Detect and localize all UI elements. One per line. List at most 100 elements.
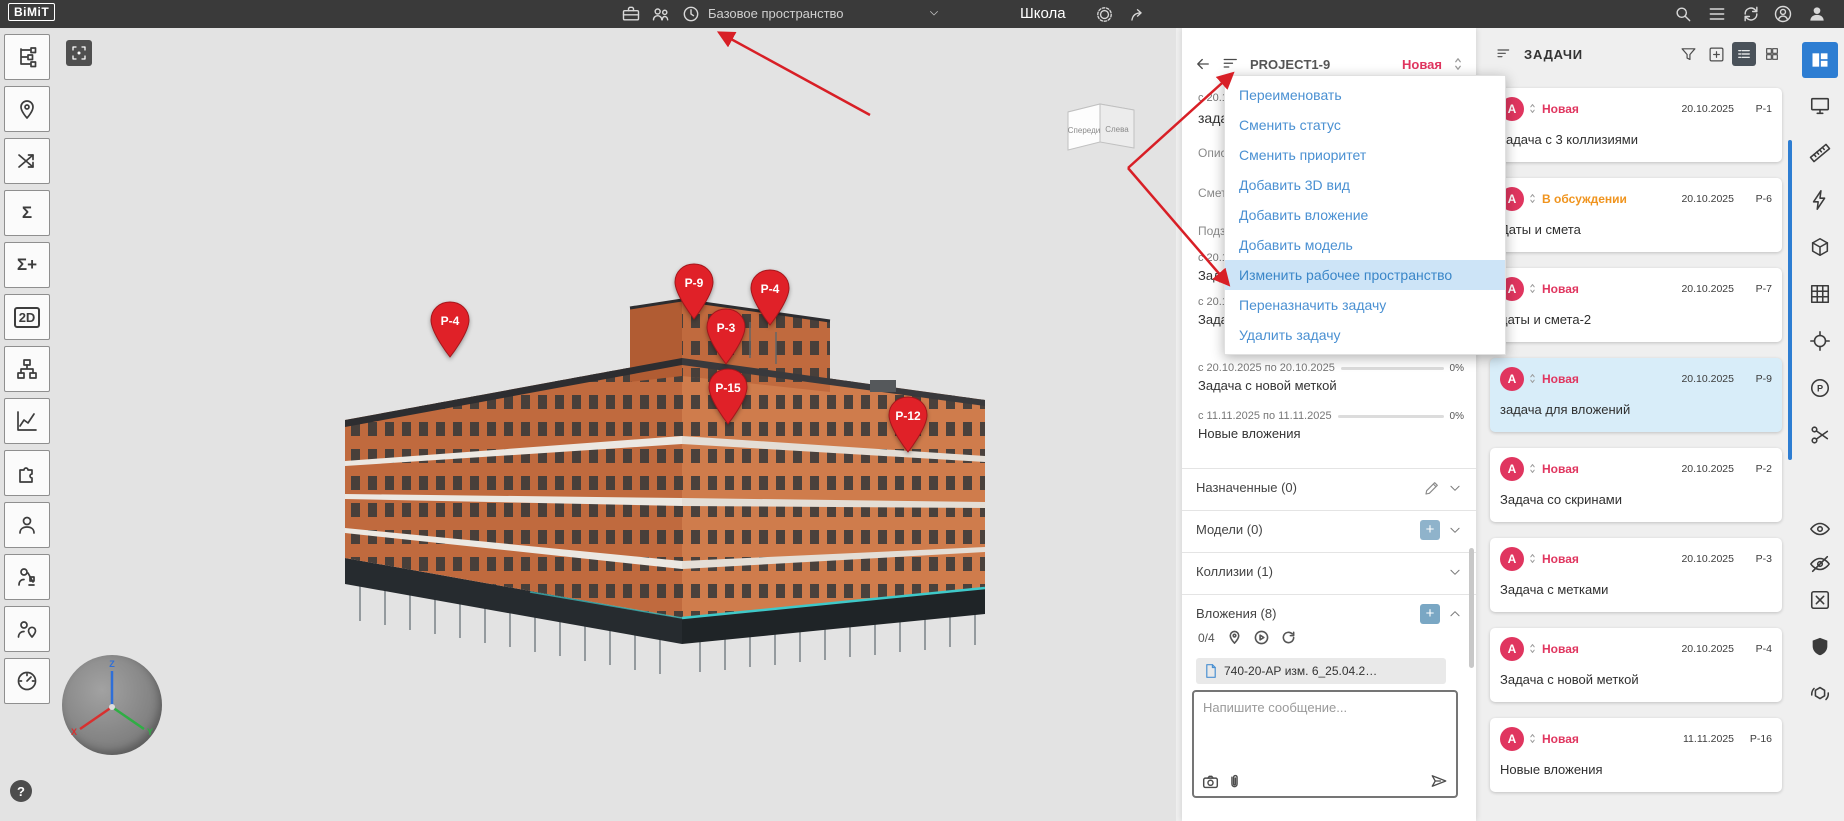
history-button[interactable] <box>680 3 702 25</box>
charts-button[interactable] <box>4 398 50 444</box>
attachment-item[interactable]: 740-20-АР изм. 6_25.04.2… <box>1196 658 1446 684</box>
detail-scrollbar[interactable] <box>1469 548 1474 668</box>
task-id: P-7 <box>1755 283 1772 295</box>
dashboard-button[interactable] <box>4 658 50 704</box>
search-button[interactable] <box>1672 3 1694 25</box>
map-pin[interactable]: P-12 <box>886 395 930 453</box>
attach-file-button[interactable] <box>1226 773 1243 790</box>
account-button[interactable] <box>1772 3 1794 25</box>
measure-button[interactable] <box>1802 135 1838 171</box>
menu-item-change-workspace[interactable]: Изменить рабочее пространство <box>1225 260 1505 290</box>
model-tree-button[interactable] <box>4 34 50 80</box>
edit-button[interactable] <box>1424 480 1440 496</box>
back-button[interactable] <box>1194 55 1212 73</box>
menu-list-button[interactable] <box>1706 3 1728 25</box>
task-menu-button[interactable] <box>1222 55 1240 73</box>
subtask-row[interactable]: с 11.11.2025 по 11.11.2025 0% Новые вложе… <box>1198 410 1464 441</box>
screenshot-button[interactable] <box>1802 88 1838 124</box>
refresh-button[interactable] <box>1281 630 1296 645</box>
menu-item-add-3d-view[interactable]: Добавить 3D вид <box>1225 170 1505 200</box>
sum-add-button[interactable]: Σ+ <box>4 242 50 288</box>
fit-view-button[interactable] <box>66 40 92 66</box>
message-input[interactable] <box>1194 692 1456 756</box>
sync-button[interactable] <box>1740 3 1762 25</box>
task-status-badge[interactable]: Новая <box>1402 57 1442 72</box>
plugins-button[interactable] <box>4 450 50 496</box>
list-view-button[interactable] <box>1732 42 1756 66</box>
task-card[interactable]: A Новая 20.10.2025 P-2 Задача со скринам… <box>1490 448 1782 522</box>
model-update-button[interactable] <box>1802 676 1838 712</box>
chevron-down-icon[interactable] <box>1448 565 1462 579</box>
workspace-dropdown[interactable]: Базовое пространство <box>708 6 844 21</box>
task-card[interactable]: A Новая 20.10.2025 P-3 Задача с метками <box>1490 538 1782 612</box>
projects-button[interactable] <box>620 3 642 25</box>
hide-button[interactable] <box>1802 546 1838 582</box>
add-attachment-button[interactable]: + <box>1420 603 1440 624</box>
menu-item-delete-task[interactable]: Удалить задачу <box>1225 320 1505 350</box>
locate-button[interactable] <box>1802 323 1838 359</box>
show-button[interactable] <box>1802 511 1838 547</box>
send-button[interactable] <box>1430 772 1448 790</box>
priority-arrows-icon[interactable] <box>1452 56 1464 72</box>
menu-item-add-attachment[interactable]: Добавить вложение <box>1225 200 1505 230</box>
clash-button[interactable] <box>1802 182 1838 218</box>
pin-select-button[interactable] <box>4 86 50 132</box>
add-model-button[interactable]: + <box>1420 519 1440 540</box>
map-pin[interactable]: P-4 <box>428 300 472 358</box>
camera-button[interactable] <box>1202 773 1219 790</box>
section-cut-button[interactable] <box>1802 417 1838 453</box>
team-button[interactable] <box>650 3 672 25</box>
task-card[interactable]: A Новая 20.10.2025 P-7 даты и смета-2 <box>1490 268 1782 342</box>
task-card[interactable]: A Новая 20.10.2025 P-4 Задача с новой ме… <box>1490 628 1782 702</box>
task-card[interactable]: A Новая 11.11.2025 P-16 Новые вложения <box>1490 718 1782 792</box>
user-location-button[interactable] <box>4 606 50 652</box>
structure-button[interactable] <box>4 346 50 392</box>
user-tasks-button[interactable] <box>4 554 50 600</box>
map-pin[interactable]: P-3 <box>704 307 748 365</box>
chevron-down-icon[interactable] <box>1448 523 1462 537</box>
grid-button[interactable] <box>1802 276 1838 312</box>
points-button[interactable]: P <box>1802 370 1838 406</box>
filter-button[interactable] <box>1676 42 1700 66</box>
chevron-up-icon[interactable] <box>1448 607 1462 621</box>
play-button[interactable] <box>1254 630 1269 645</box>
status-badge: Новая <box>1542 282 1579 296</box>
clash-check-button[interactable] <box>4 138 50 184</box>
menu-item-rename[interactable]: Переименовать <box>1225 80 1505 110</box>
settings-button[interactable] <box>1093 3 1115 25</box>
menu-item-change-priority[interactable]: Сменить приоритет <box>1225 140 1505 170</box>
task-card[interactable]: A В обсуждении 20.10.2025 P-6 Даты и сме… <box>1490 178 1782 252</box>
sum-button[interactable]: Σ <box>4 190 50 236</box>
view-cube[interactable]: Спереди Слева <box>1062 96 1140 158</box>
clear-selection-button[interactable] <box>1802 582 1838 618</box>
map-pin[interactable]: P-15 <box>706 367 750 425</box>
task-card[interactable]: A Новая 20.10.2025 P-1 задача с 3 коллиз… <box>1490 88 1782 162</box>
share-button[interactable] <box>1126 3 1148 25</box>
grid-view-button[interactable] <box>1760 42 1784 66</box>
users-button[interactable] <box>4 502 50 548</box>
section-collisions[interactable]: Коллизии (1) <box>1182 552 1476 590</box>
orientation-gizmo[interactable]: Z X Y <box>62 655 162 755</box>
tasks-scrollbar[interactable] <box>1788 140 1792 460</box>
chevron-down-icon[interactable] <box>1448 481 1462 495</box>
chevron-down-icon[interactable] <box>928 7 940 19</box>
section-models[interactable]: Модели (0) + <box>1182 510 1476 548</box>
plugin-icon <box>19 467 33 483</box>
map-pin[interactable]: P-4 <box>748 268 792 326</box>
filter-pins-button[interactable] <box>1227 630 1242 645</box>
add-task-button[interactable] <box>1704 42 1728 66</box>
section-assigned[interactable]: Назначенные (0) <box>1182 468 1476 506</box>
menu-item-add-model[interactable]: Добавить модель <box>1225 230 1505 260</box>
section-box-button[interactable] <box>1802 229 1838 265</box>
workspace-panels-button[interactable] <box>1802 42 1838 78</box>
subtask-row[interactable]: с 20.10.2025 по 20.10.2025 0% Задача с но… <box>1198 362 1464 393</box>
protection-button[interactable] <box>1802 629 1838 665</box>
help-button[interactable]: ? <box>10 780 32 802</box>
section-attachments[interactable]: Вложения (8) + <box>1182 594 1476 632</box>
menu-item-change-status[interactable]: Сменить статус <box>1225 110 1505 140</box>
user-button[interactable] <box>1806 3 1828 25</box>
two-d-view-button[interactable]: 2D <box>4 294 50 340</box>
menu-item-reassign-task[interactable]: Переназначить задачу <box>1225 290 1505 320</box>
task-card-selected[interactable]: A Новая 20.10.2025 P-9 задача для вложен… <box>1490 358 1782 432</box>
tasks-menu-button[interactable] <box>1492 42 1516 66</box>
